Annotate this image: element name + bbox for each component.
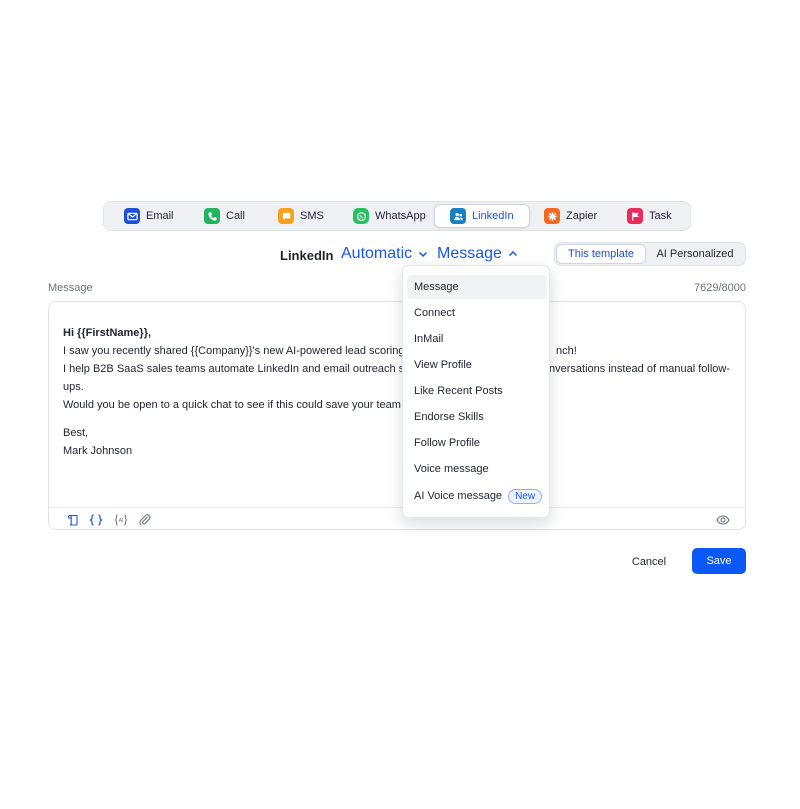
body-line-3: Would you be open to a quick chat to see…: [63, 399, 411, 411]
tab-email[interactable]: Email: [108, 204, 184, 228]
message-field-label: Message: [48, 282, 93, 294]
body-line-2-end: nversations instead of manual follow-: [549, 363, 730, 375]
action-menu: Message Connect InMail View Profile Like…: [402, 265, 550, 518]
greeting-line: Hi {{FirstName}},: [63, 327, 152, 339]
users-icon: [450, 208, 466, 224]
new-badge: New: [508, 488, 543, 504]
menu-item-follow-profile[interactable]: Follow Profile: [407, 431, 547, 455]
signature-line: Mark Johnson: [63, 445, 133, 457]
body-line-2: I help B2B SaaS sales teams automate Lin…: [63, 360, 733, 378]
message-body[interactable]: Hi {{FirstName}}, I saw you recently sha…: [63, 324, 733, 460]
variables-icon[interactable]: [87, 512, 105, 528]
menu-item-connect[interactable]: Connect: [407, 301, 547, 325]
whatsapp-icon: [353, 208, 369, 224]
chat-bubble-icon: [278, 208, 294, 224]
action-dropdown[interactable]: Message: [437, 245, 518, 263]
body-line-2-wrap: ups.: [63, 381, 84, 393]
menu-item-endorse-skills[interactable]: Endorse Skills: [407, 405, 547, 429]
menu-item-ai-voice-message-label: AI Voice message: [414, 490, 503, 502]
signoff-line: Best,: [63, 427, 89, 439]
phone-icon: [204, 208, 220, 224]
chevron-up-icon: [508, 250, 517, 257]
body-line-2-start: I help B2B SaaS sales teams automate Lin…: [63, 363, 411, 375]
menu-item-ai-voice-message[interactable]: AI Voice message New: [407, 484, 547, 508]
menu-item-like-recent-posts[interactable]: Like Recent Posts: [407, 379, 547, 403]
tab-whatsapp-label: WhatsApp: [375, 210, 426, 222]
tab-zapier-label: Zapier: [566, 210, 598, 222]
envelope-icon: [124, 208, 140, 224]
ai-icon[interactable]: AI: [112, 512, 130, 528]
flag-icon: [627, 208, 643, 224]
preview-eye-icon[interactable]: [714, 512, 732, 528]
body-line-1-end: nch!: [556, 345, 577, 357]
cancel-button[interactable]: Cancel: [620, 549, 678, 574]
action-dropdown-label: Message: [437, 245, 502, 262]
tab-call-label: Call: [226, 210, 245, 222]
tab-call[interactable]: Call: [188, 204, 258, 228]
template-icon[interactable]: [64, 512, 82, 528]
toggle-ai-personalized[interactable]: AI Personalized: [649, 244, 741, 264]
tab-email-label: Email: [146, 210, 174, 222]
body-line-1: I saw you recently shared {{Company}}'s …: [63, 342, 733, 360]
menu-item-message[interactable]: Message: [407, 275, 547, 299]
template-toggle: This template AI Personalized: [554, 242, 746, 266]
editor-toolbar: AI: [49, 507, 745, 530]
tab-zapier[interactable]: Zapier: [528, 204, 608, 228]
svg-text:AI: AI: [119, 518, 124, 524]
tab-task-label: Task: [649, 210, 672, 222]
menu-item-view-profile[interactable]: View Profile: [407, 353, 547, 377]
attachment-icon[interactable]: [136, 512, 154, 528]
save-button[interactable]: Save: [692, 548, 746, 574]
chevron-down-icon: [419, 251, 428, 258]
character-counter: 7629/8000: [694, 282, 746, 294]
asterisk-icon: [544, 208, 560, 224]
channel-tabs: Email Call SMS WhatsApp LinkedIn Zapier: [103, 201, 691, 231]
tab-sms[interactable]: SMS: [262, 204, 334, 228]
tab-task[interactable]: Task: [611, 204, 685, 228]
mode-dropdown-label: Automatic: [341, 245, 413, 262]
channel-label: LinkedIn: [280, 248, 334, 263]
mode-dropdown[interactable]: Automatic: [341, 245, 428, 263]
menu-item-inmail[interactable]: InMail: [407, 327, 547, 351]
menu-item-voice-message[interactable]: Voice message: [407, 457, 547, 481]
body-line-1-start: I saw you recently shared {{Company}}'s …: [63, 345, 405, 357]
tab-whatsapp[interactable]: WhatsApp: [337, 204, 432, 228]
tab-sms-label: SMS: [300, 210, 324, 222]
tab-linkedin[interactable]: LinkedIn: [434, 204, 530, 228]
tab-linkedin-label: LinkedIn: [472, 210, 514, 222]
toggle-this-template[interactable]: This template: [556, 244, 646, 264]
message-editor[interactable]: Hi {{FirstName}}, I saw you recently sha…: [48, 301, 746, 530]
